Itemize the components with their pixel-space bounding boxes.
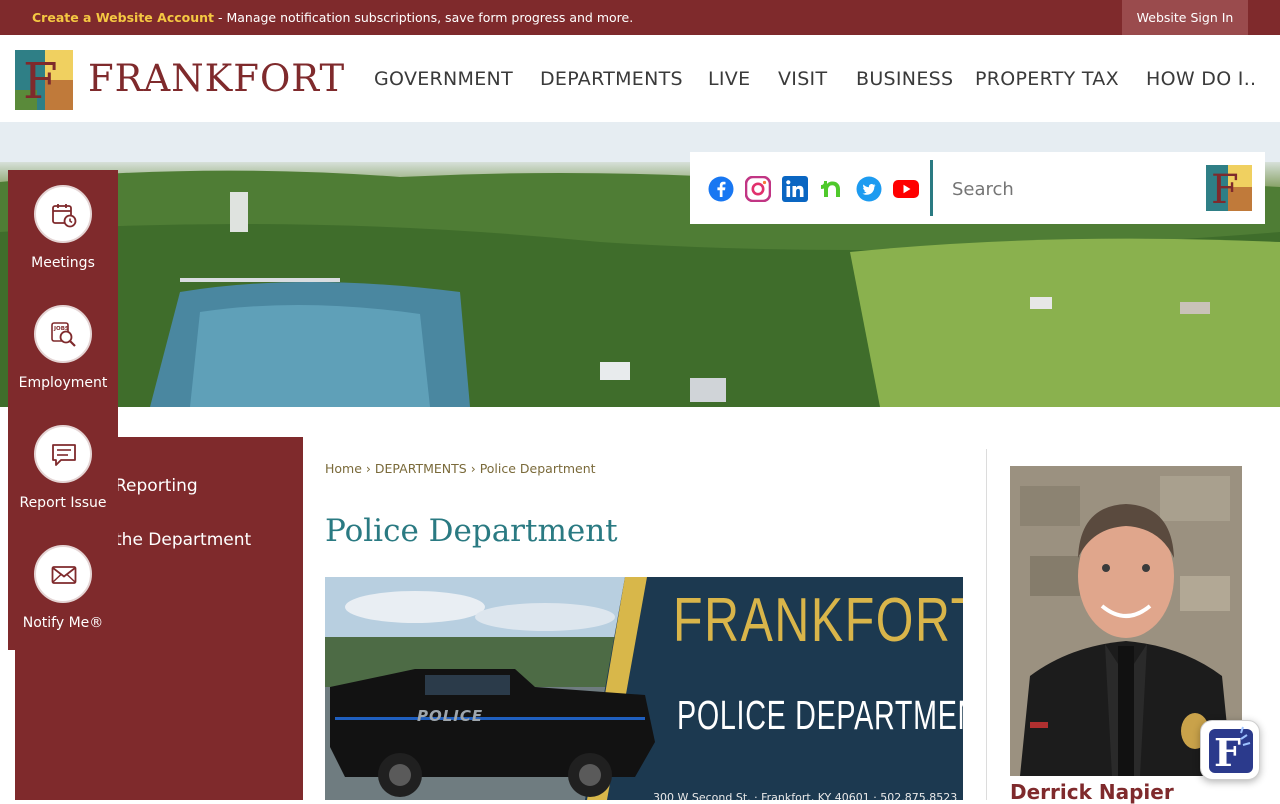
page-title: Police Department xyxy=(325,513,618,549)
quicklink-label: Employment xyxy=(18,375,108,391)
search-button-icon[interactable]: F xyxy=(1206,165,1252,211)
svg-text:F: F xyxy=(1214,730,1241,775)
nav-how-do-i[interactable]: HOW DO I.. xyxy=(1146,68,1256,90)
chief-name[interactable]: Derrick Napier xyxy=(1010,780,1174,804)
svg-text:F: F xyxy=(1211,167,1239,211)
sidenav-item-the-department[interactable]: the Department xyxy=(115,530,251,550)
svg-text:F: F xyxy=(23,52,58,110)
nav-visit[interactable]: VISIT xyxy=(778,68,827,90)
topbar-message-text: - Manage notification subscriptions, sav… xyxy=(214,10,634,25)
envelope-icon xyxy=(34,545,92,603)
chat-widget-button[interactable]: F xyxy=(1200,720,1260,780)
banner-title-line1: FRANKFORT xyxy=(673,586,963,655)
twitter-icon[interactable] xyxy=(856,176,882,202)
calendar-clock-icon xyxy=(34,185,92,243)
frankfort-logo-icon[interactable]: F xyxy=(15,50,73,110)
police-banner-image: POLICE FRANKFORT POLICE DEPARTMENT 300 W… xyxy=(325,577,963,800)
frankfort-chat-icon: F xyxy=(1209,726,1253,775)
create-account-link[interactable]: Create a Website Account xyxy=(32,10,214,25)
breadcrumb-home[interactable]: Home xyxy=(325,461,362,476)
breadcrumb-current[interactable]: Police Department xyxy=(480,461,596,476)
jobs-search-icon: JOBS xyxy=(34,305,92,363)
breadcrumb-separator: › xyxy=(365,461,371,476)
search-input[interactable] xyxy=(952,175,1202,203)
quick-links-panel: Meetings JOBS Employment Report Issue No… xyxy=(8,170,118,650)
top-notification-bar: Create a Website Account - Manage notifi… xyxy=(0,0,1280,35)
sidenav-item-reporting[interactable]: Reporting xyxy=(115,476,198,496)
quicklink-label: Meetings xyxy=(31,255,95,271)
chat-bubble-icon xyxy=(34,425,92,483)
instagram-icon[interactable] xyxy=(745,176,771,202)
breadcrumb: Home › DEPARTMENTS › Police Department xyxy=(325,461,596,476)
content-divider xyxy=(986,449,987,800)
nav-departments[interactable]: DEPARTMENTS xyxy=(540,68,683,90)
social-search-panel: F xyxy=(690,152,1265,224)
nav-live[interactable]: LIVE xyxy=(708,68,750,90)
linkedin-icon[interactable] xyxy=(782,176,808,202)
youtube-icon[interactable] xyxy=(893,176,919,202)
website-sign-in-button[interactable]: Website Sign In xyxy=(1122,0,1248,35)
banner-address: 300 W Second St. · Frankfort, KY 40601 ·… xyxy=(653,791,958,800)
nav-business[interactable]: BUSINESS xyxy=(856,68,953,90)
quicklink-label: Notify Me® xyxy=(22,615,104,631)
breadcrumb-departments[interactable]: DEPARTMENTS xyxy=(375,461,467,476)
site-logo-text[interactable]: FRANKFORT xyxy=(88,57,345,100)
nav-property-tax[interactable]: PROPERTY TAX xyxy=(975,68,1119,90)
social-search-divider xyxy=(930,160,933,216)
topbar-message: Create a Website Account - Manage notifi… xyxy=(32,10,633,25)
facebook-icon[interactable] xyxy=(708,176,734,202)
banner-title-line2: POLICE DEPARTMENT xyxy=(677,692,963,738)
quicklink-label: Report Issue xyxy=(19,495,107,511)
banner-truck-label: POLICE xyxy=(417,707,484,725)
nextdoor-icon[interactable] xyxy=(819,176,845,202)
breadcrumb-separator: › xyxy=(470,461,476,476)
nav-government[interactable]: GOVERNMENT xyxy=(374,68,513,90)
site-header: F FRANKFORT GOVERNMENT DEPARTMENTS LIVE … xyxy=(0,35,1280,122)
